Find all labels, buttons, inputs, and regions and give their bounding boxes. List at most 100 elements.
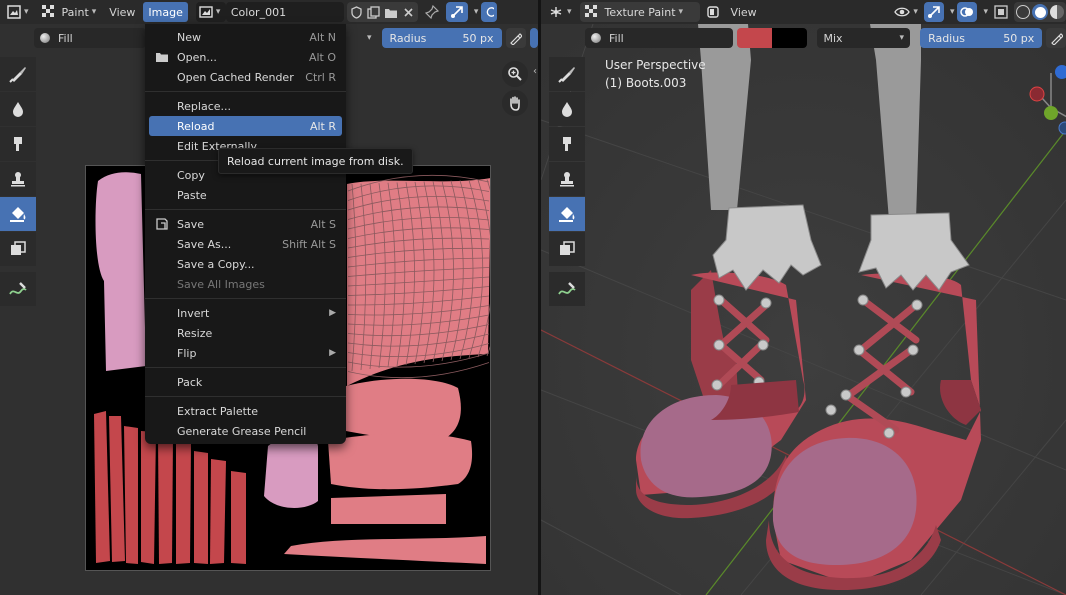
blend-mode-select[interactable]: Mix ▾ <box>817 28 911 48</box>
editor-type-button[interactable]: ▾ <box>543 2 577 22</box>
close-icon[interactable] <box>402 6 415 19</box>
drop-icon <box>562 102 572 117</box>
interaction-mode-label: Texture Paint <box>604 5 676 19</box>
radius-field[interactable]: Radius 50 px <box>381 28 502 48</box>
texture-slot-icon <box>706 6 719 18</box>
image-icon <box>199 6 213 18</box>
left-toolbar <box>0 57 36 307</box>
gizmo-toggle[interactable] <box>445 2 468 22</box>
menu-item-reload[interactable]: Reload Alt R <box>149 116 342 136</box>
mode-select[interactable]: Paint ▾ <box>37 2 102 22</box>
gizmo-icon <box>927 6 940 18</box>
radius-field[interactable]: Radius 50 px <box>920 28 1043 48</box>
draw-tool[interactable] <box>549 57 585 91</box>
menu-item-paste[interactable]: Paste <box>145 185 346 205</box>
menu-item-flip[interactable]: Flip ▶ <box>145 343 346 363</box>
chevron-down-icon[interactable]: ▾ <box>950 7 955 17</box>
soften-tool[interactable] <box>0 92 36 126</box>
brush-selector[interactable]: Fill <box>34 28 146 48</box>
overlay-toggle[interactable] <box>957 2 978 22</box>
menu-separator <box>145 298 346 299</box>
menu-item-save[interactable]: Save Alt S <box>145 214 346 234</box>
pressure-toggle[interactable] <box>1046 28 1066 48</box>
gizmo-toggle[interactable] <box>923 2 944 22</box>
primary-color-swatch[interactable] <box>736 28 773 48</box>
overlay-icon <box>960 7 974 17</box>
eye-icon <box>894 7 911 17</box>
brush-selector[interactable]: Fill <box>585 28 733 48</box>
draw-tool[interactable] <box>0 57 36 91</box>
viewport-object-label: (1) Boots.003 <box>605 76 687 90</box>
menu-item-open-cached-render[interactable]: Open Cached Render Ctrl R <box>145 67 346 87</box>
mask-tool[interactable] <box>0 232 36 266</box>
color-swatches[interactable] <box>736 28 808 48</box>
chevron-down-icon[interactable]: ▾ <box>983 7 988 17</box>
duplicate-icon[interactable] <box>367 5 380 19</box>
radius-label: Radius <box>389 31 427 45</box>
annotate-tool[interactable] <box>549 272 585 306</box>
hand-icon <box>510 96 520 111</box>
menu-item-generate-grease-pencil[interactable]: Generate Grease Pencil <box>145 421 346 441</box>
pin-button[interactable] <box>421 2 443 22</box>
annotate-tool[interactable] <box>0 272 36 306</box>
image-editor-header: ▾ Paint ▾ View Image ▾ Color_001 ▾ <box>0 0 538 24</box>
menu-item-resize[interactable]: Resize <box>145 323 346 343</box>
chevron-down-icon[interactable]: ▾ <box>367 33 372 43</box>
secondary-color-swatch[interactable] <box>772 28 808 48</box>
image-browse-button[interactable]: ▾ <box>195 2 226 22</box>
wireframe-shading-icon[interactable] <box>1016 5 1030 19</box>
clone-tool[interactable] <box>549 162 585 196</box>
menu-item-replace[interactable]: Replace... <box>145 96 346 116</box>
menu-item-new[interactable]: New Alt N <box>145 27 346 47</box>
chevron-down-icon: ▾ <box>678 7 684 17</box>
fill-tool[interactable] <box>549 197 585 231</box>
clone-tool[interactable] <box>0 162 36 196</box>
mask-tool[interactable] <box>549 232 585 266</box>
chevron-down-icon[interactable]: ▾ <box>474 7 479 17</box>
texture-slot-button[interactable] <box>703 2 723 22</box>
navigation-gizmo[interactable] <box>1029 58 1066 148</box>
menu-item-save-as[interactable]: Save As... Shift Alt S <box>145 234 346 254</box>
fake-user-shield-icon[interactable] <box>350 5 363 19</box>
overlay-toggle[interactable] <box>481 2 498 22</box>
xray-toggle[interactable] <box>991 2 1011 22</box>
chevron-down-icon: ▾ <box>913 7 918 17</box>
annotate-icon <box>558 282 576 295</box>
sidebar-expand-arrow[interactable]: ‹ <box>533 66 537 77</box>
image-name-field[interactable]: Color_001 <box>225 2 344 22</box>
view-menu[interactable]: View <box>104 2 140 22</box>
menu-item-open[interactable]: Open... Alt O <box>145 47 346 67</box>
zoom-button[interactable] <box>502 61 528 87</box>
image-menu[interactable]: Image <box>143 2 188 22</box>
fill-tool[interactable] <box>0 197 36 231</box>
menu-item-save-copy[interactable]: Save a Copy... <box>145 254 346 274</box>
shading-buttons <box>1014 2 1066 22</box>
material-shading-icon[interactable] <box>1050 5 1064 19</box>
pressure-toggle[interactable] <box>505 28 526 48</box>
smear-tool[interactable] <box>549 127 585 161</box>
solid-shading-icon[interactable] <box>1032 4 1048 20</box>
folder-icon[interactable] <box>384 6 398 19</box>
interaction-mode-select[interactable]: Texture Paint ▾ <box>579 2 700 22</box>
visibility-toggle[interactable]: ▾ <box>891 2 921 22</box>
uv-island-3 <box>331 494 446 524</box>
menu-item-invert[interactable]: Invert ▶ <box>145 303 346 323</box>
menu-item-pack[interactable]: Pack <box>145 372 346 392</box>
falloff-toggle[interactable] <box>529 28 538 48</box>
menu-item-extract-palette[interactable]: Extract Palette <box>145 401 346 421</box>
pan-button[interactable] <box>502 90 528 116</box>
view-menu[interactable]: View <box>726 2 762 22</box>
chevron-down-icon: ▾ <box>24 7 29 17</box>
chevron-down-icon: ▾ <box>567 7 572 17</box>
image-dropdown-menu: New Alt N Open... Alt O Open Cached Render… <box>145 24 346 444</box>
menu-separator <box>145 209 346 210</box>
menu-separator <box>145 91 346 92</box>
editor-type-button[interactable]: ▾ <box>2 2 34 22</box>
smear-tool[interactable] <box>0 127 36 161</box>
chevron-down-icon: ▾ <box>215 7 221 17</box>
overlay-icon <box>487 7 495 17</box>
3d-viewport-icon <box>550 7 562 17</box>
soften-tool[interactable] <box>549 92 585 126</box>
uv-island-grid <box>347 174 503 386</box>
folder-icon <box>156 53 168 62</box>
